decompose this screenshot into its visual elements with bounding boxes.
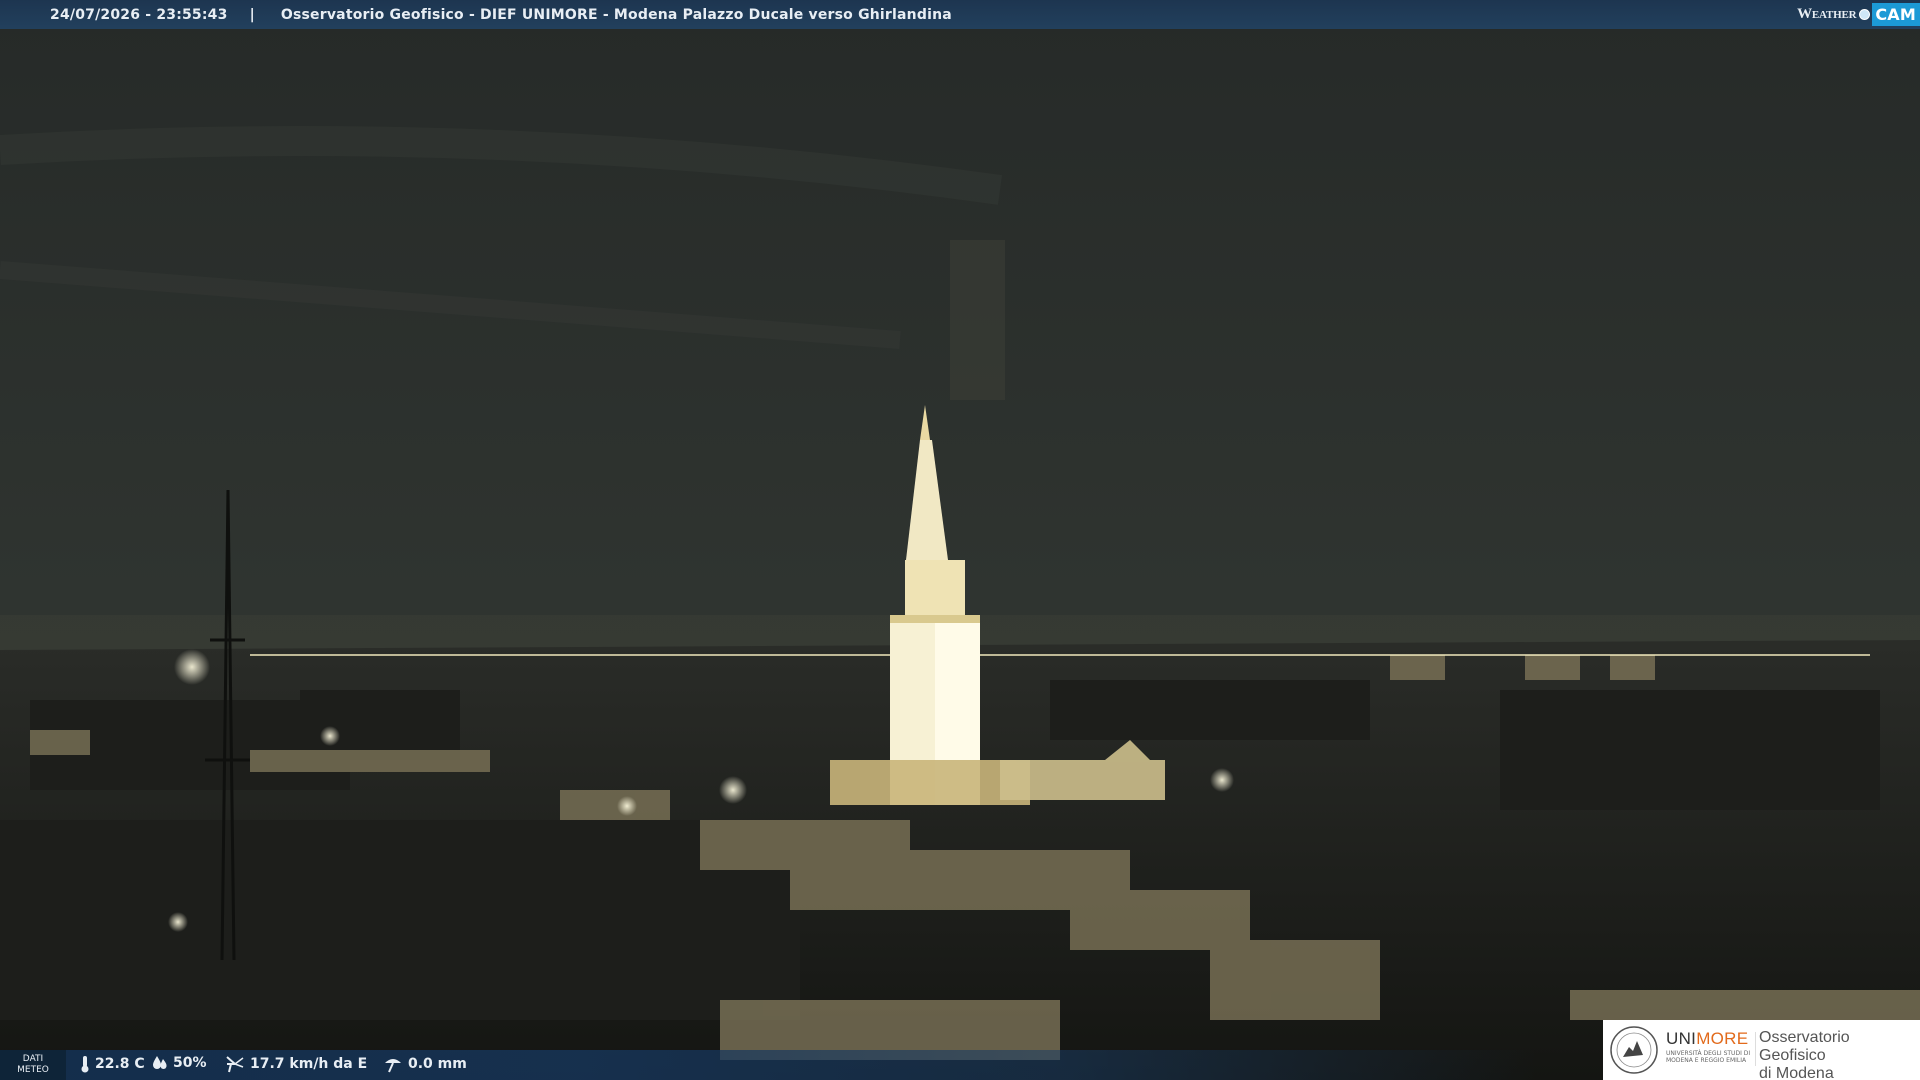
rain-value: 0.0 mm [408, 1056, 467, 1072]
university-seal-icon [1610, 1026, 1658, 1074]
weathercam-dot-icon [1859, 9, 1871, 20]
observatory-name-line2: di Modena [1759, 1065, 1834, 1080]
weather-data-label-line1: DATI [22, 1054, 44, 1064]
temperature-reading: 22.8 C [80, 1055, 145, 1073]
observatory-name-line1: Osservatorio Geofisico [1759, 1029, 1850, 1064]
weather-data-label-line2: METEO [17, 1065, 49, 1075]
weather-label: Weather [1797, 6, 1857, 22]
temperature-value: 22.8 C [95, 1056, 145, 1072]
humidity-reading: 50% [152, 1055, 207, 1071]
water-drop-icon [153, 1056, 167, 1069]
title-bar: 24/07/2026 - 23:55:43 | Osservatorio Geo… [0, 0, 1920, 29]
humidity-value: 50% [173, 1055, 207, 1071]
rain-gauge-icon [385, 1059, 401, 1073]
timestamp: 24/07/2026 - 23:55:43 [50, 6, 228, 23]
rain-reading: 0.0 mm [383, 1055, 467, 1073]
unimore-prefix: UNI [1666, 1029, 1697, 1048]
webcam-image [0, 0, 1920, 1080]
weathercam-logo: Weather CAM [1797, 0, 1920, 29]
thermometer-icon [81, 1056, 89, 1073]
weather-data-label: DATI METEO [0, 1050, 66, 1080]
wind-value: 17.7 km/h da E [250, 1056, 368, 1072]
unimore-observatory-logo: UNIMORE UNIVERSITÀ DEGLI STUDI DI MODENA… [1603, 1020, 1920, 1080]
observatory-name: Osservatorio Geofisico di Modena [1759, 1029, 1920, 1080]
university-subtitle: UNIVERSITÀ DEGLI STUDI DI MODENA E REGGI… [1666, 1050, 1751, 1064]
webcam-viewer: 24/07/2026 - 23:55:43 | Osservatorio Geo… [0, 0, 1920, 1080]
unimore-wordmark: UNIMORE [1666, 1029, 1748, 1049]
wind-icon [226, 1056, 244, 1073]
unimore-suffix: MORE [1696, 1029, 1749, 1048]
title-separator: | [249, 6, 255, 23]
camera-title: Osservatorio Geofisico - DIEF UNIMORE - … [280, 6, 952, 23]
logo-divider [1755, 1032, 1756, 1066]
cam-label: CAM [1872, 3, 1920, 26]
wind-reading: 17.7 km/h da E [225, 1055, 367, 1073]
